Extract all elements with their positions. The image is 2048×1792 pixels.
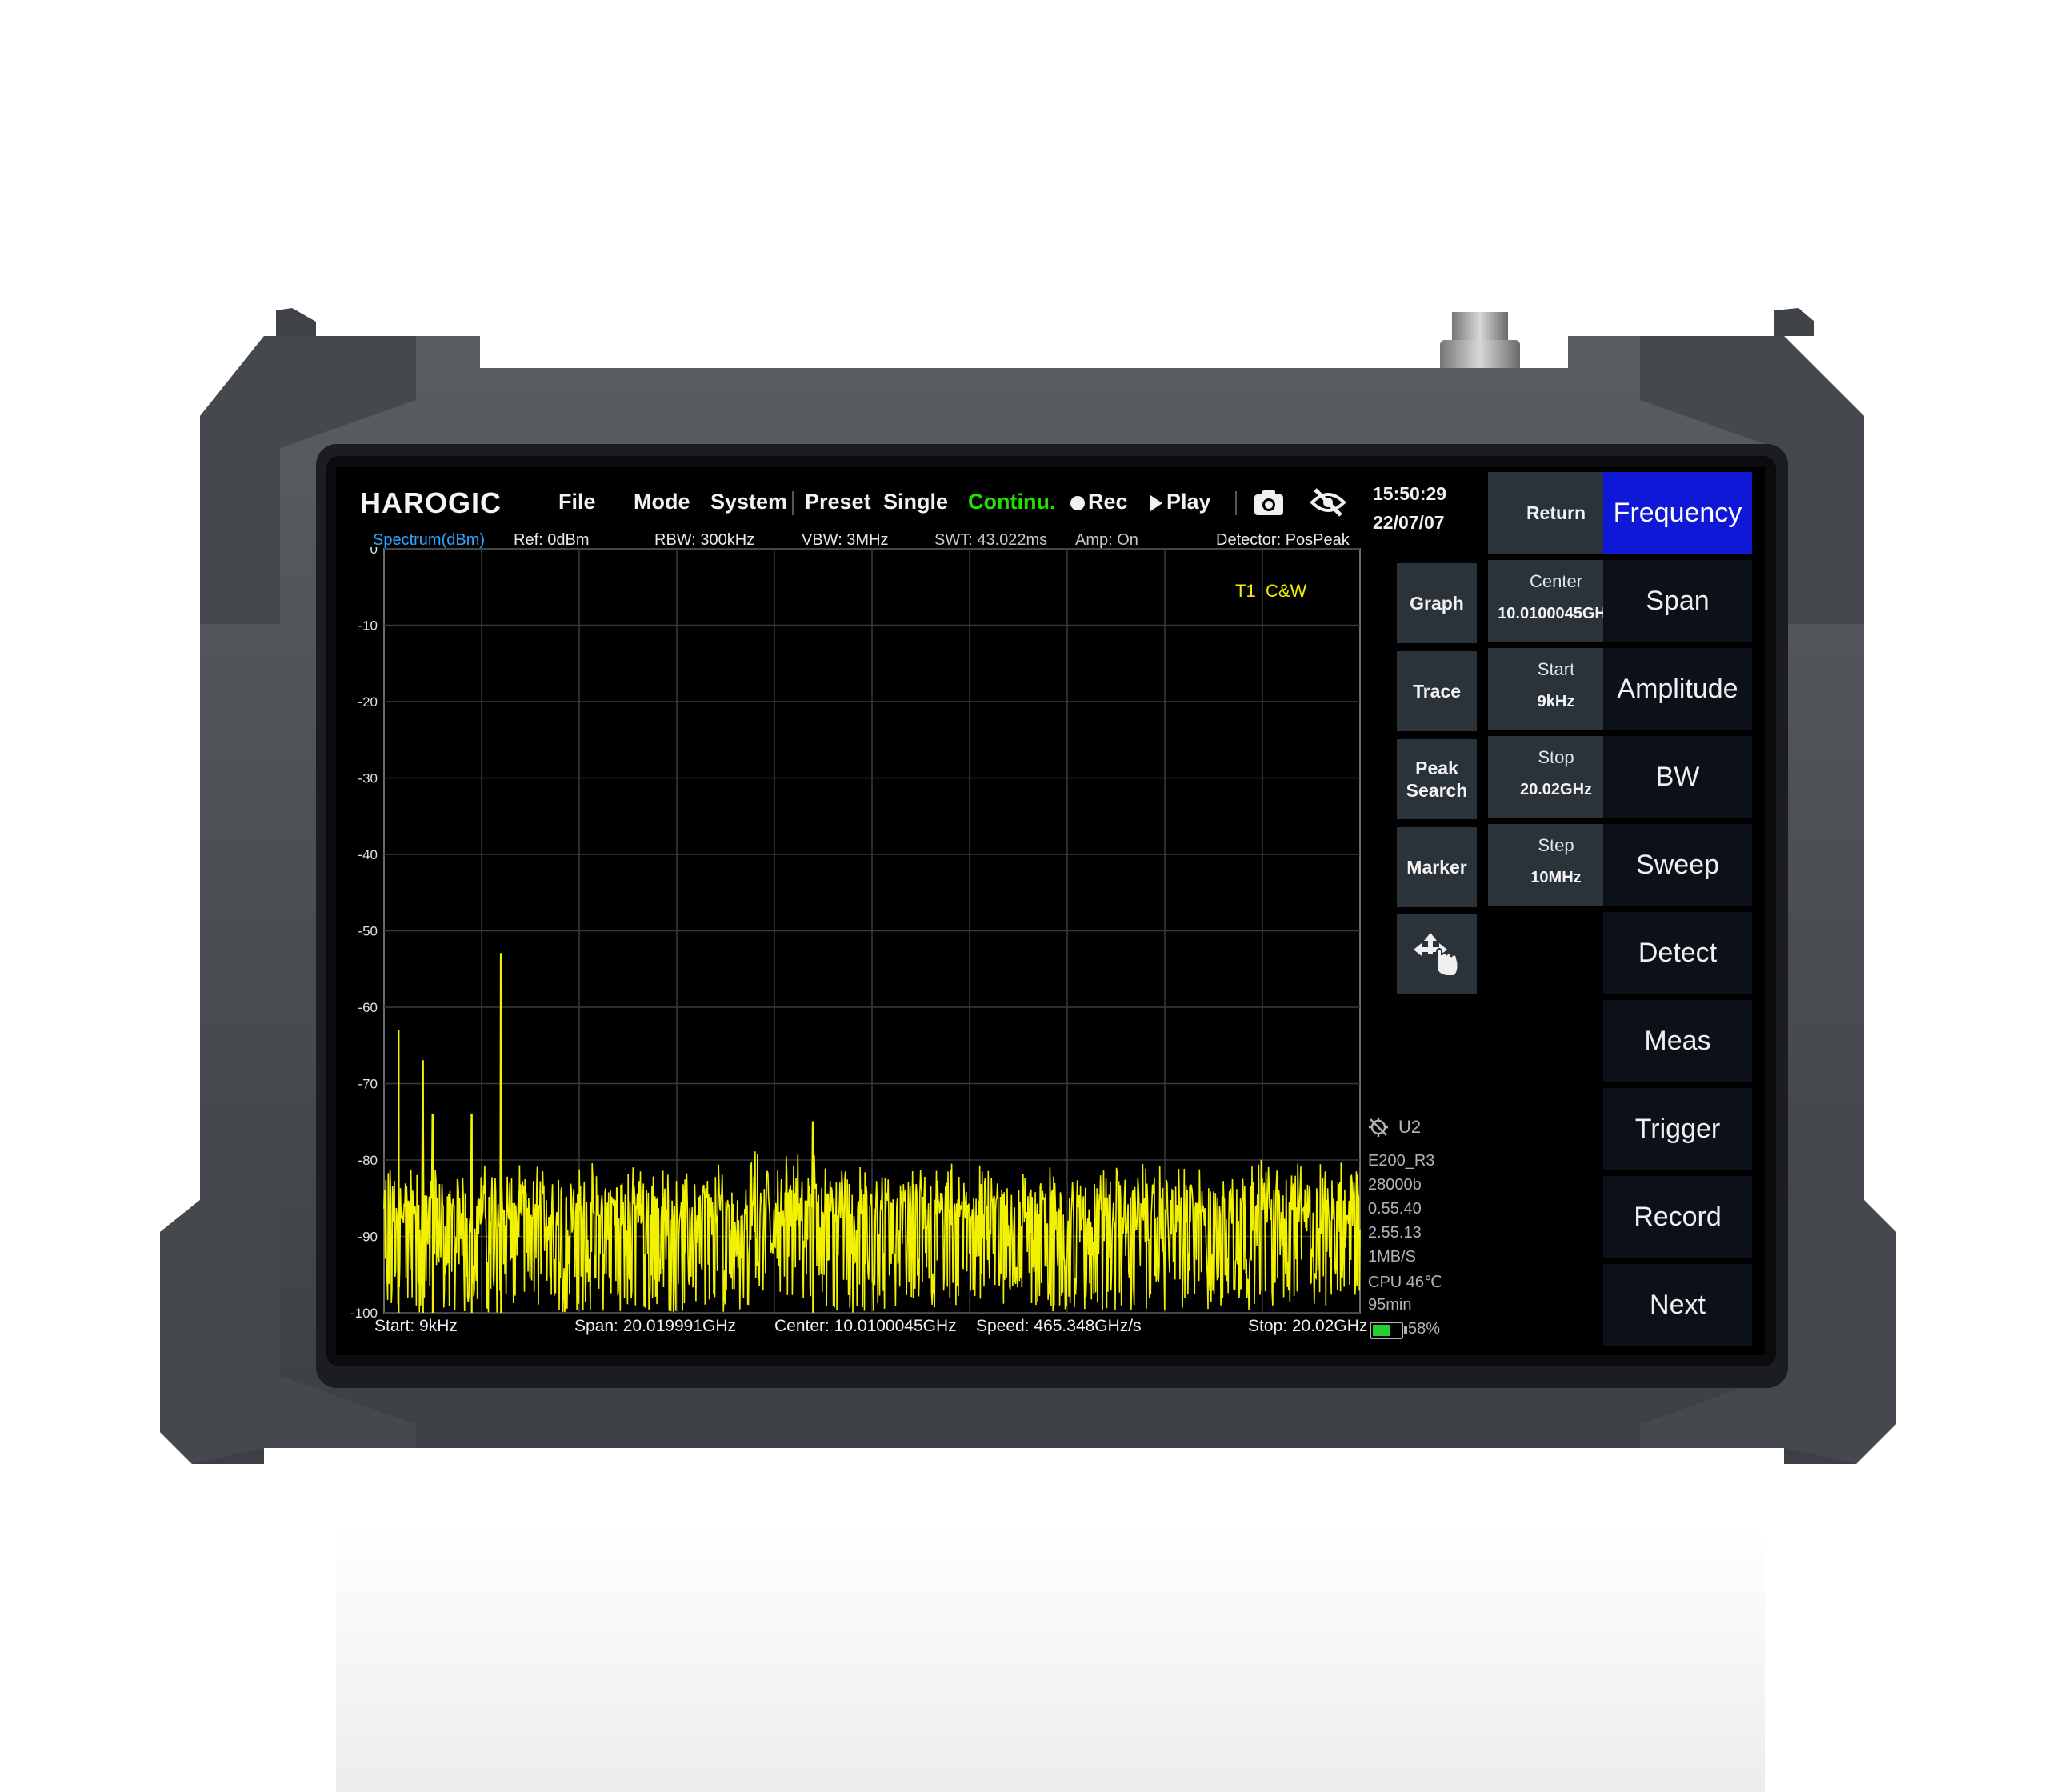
center-frequency: Center: 10.0100045GHz xyxy=(774,1317,957,1335)
battery-icon xyxy=(1370,1322,1407,1339)
status-line: 2.55.13 xyxy=(1368,1224,1422,1242)
menu-preset[interactable]: Preset xyxy=(805,490,871,514)
sweep-speed: Speed: 465.348GHz/s xyxy=(976,1317,1142,1335)
menu-mode[interactable]: Mode xyxy=(634,490,690,514)
rec-dot-icon xyxy=(1070,496,1085,510)
menu-record[interactable]: Record xyxy=(1603,1176,1752,1258)
trace-t1-label: T1 xyxy=(1235,581,1256,601)
battery-tip xyxy=(1404,1326,1407,1334)
y-tick-label: -50 xyxy=(358,924,378,939)
menu-sweep[interactable]: Sweep xyxy=(1603,824,1752,906)
gesture-button[interactable] xyxy=(1397,914,1477,994)
y-tick-label: 0 xyxy=(370,547,378,557)
return-label: Return xyxy=(1526,502,1586,523)
menu-play[interactable]: Play xyxy=(1166,490,1211,514)
y-tick-label: -40 xyxy=(358,847,378,862)
device-reflection xyxy=(336,1520,1765,1792)
marker-button[interactable]: Marker xyxy=(1397,827,1477,907)
y-tick-label: -60 xyxy=(358,1000,378,1015)
graph-button[interactable]: Graph xyxy=(1397,563,1477,643)
status-line: CPU 46℃ xyxy=(1368,1274,1442,1291)
status-line: E200_R3 xyxy=(1368,1152,1435,1170)
trace-button[interactable]: Trace xyxy=(1397,651,1477,731)
spectrum-graph[interactable]: 0 -10 -20 -30 -40 -50 -60 -70 -80 -90 -100 xyxy=(336,547,1368,1339)
search-label: Search xyxy=(1406,780,1468,801)
menu-bw[interactable]: BW xyxy=(1603,736,1752,818)
peak-label: Peak xyxy=(1415,758,1458,778)
hide-eye-icon[interactable] xyxy=(1309,486,1347,518)
y-tick-label: -80 xyxy=(358,1153,378,1168)
menu-single[interactable]: Single xyxy=(883,490,948,514)
menu-divider xyxy=(1235,491,1237,515)
menu-continuous[interactable]: Continu. xyxy=(968,490,1055,514)
menu-trigger[interactable]: Trigger xyxy=(1603,1088,1752,1170)
move-hand-icon xyxy=(1414,933,1459,977)
y-tick-label: -100 xyxy=(350,1306,378,1321)
brand-logo: HAROGIC xyxy=(360,486,502,519)
menu-span[interactable]: Span xyxy=(1603,560,1752,642)
status-line: 1MB/S xyxy=(1368,1248,1417,1266)
menu-amplitude[interactable]: Amplitude xyxy=(1603,648,1752,730)
clock-time: 15:50:29 xyxy=(1373,483,1447,504)
menu-next[interactable]: Next xyxy=(1603,1264,1752,1346)
trace-label: Trace xyxy=(1412,681,1462,702)
menu-file[interactable]: File xyxy=(558,490,596,514)
menu-frequency[interactable]: Frequency xyxy=(1603,472,1752,554)
play-icon xyxy=(1150,495,1162,511)
status-line: 95min xyxy=(1368,1296,1412,1314)
y-tick-label: -20 xyxy=(358,694,378,710)
status-line: 0.55.40 xyxy=(1368,1200,1422,1218)
status-line: 28000b xyxy=(1368,1176,1422,1194)
battery-fill xyxy=(1373,1325,1391,1336)
y-tick-label: -10 xyxy=(358,618,378,634)
gps-off-icon xyxy=(1369,1118,1388,1137)
graph-label: Graph xyxy=(1410,593,1464,614)
span-value: Span: 20.019991GHz xyxy=(574,1317,736,1335)
menu-meas[interactable]: Meas xyxy=(1603,1000,1752,1082)
camera-icon[interactable] xyxy=(1253,488,1285,517)
status-u2: U2 xyxy=(1398,1117,1422,1137)
clock-date: 22/07/07 xyxy=(1373,512,1445,533)
peak-search-button[interactable]: Peak Search xyxy=(1397,739,1477,819)
screen: HAROGIC File Mode System Preset Single C… xyxy=(336,467,1765,1355)
battery-percent: 58% xyxy=(1408,1320,1441,1338)
y-tick-label: -70 xyxy=(358,1077,378,1092)
y-tick-label: -30 xyxy=(358,771,378,786)
stop-frequency: Stop: 20.02GHz xyxy=(1248,1317,1368,1335)
menu-detect[interactable]: Detect xyxy=(1603,912,1752,994)
menu-divider xyxy=(792,491,794,515)
menu-rec[interactable]: Rec xyxy=(1088,490,1128,514)
spectrum-analyzer-device: HAROGIC File Mode System Preset Single C… xyxy=(0,0,2048,1792)
marker-label: Marker xyxy=(1406,857,1467,878)
y-tick-label: -90 xyxy=(358,1230,378,1245)
start-frequency: Start: 9kHz xyxy=(374,1317,458,1335)
trace-mode-label: C&W xyxy=(1266,581,1307,601)
menu-system[interactable]: System xyxy=(710,490,787,514)
